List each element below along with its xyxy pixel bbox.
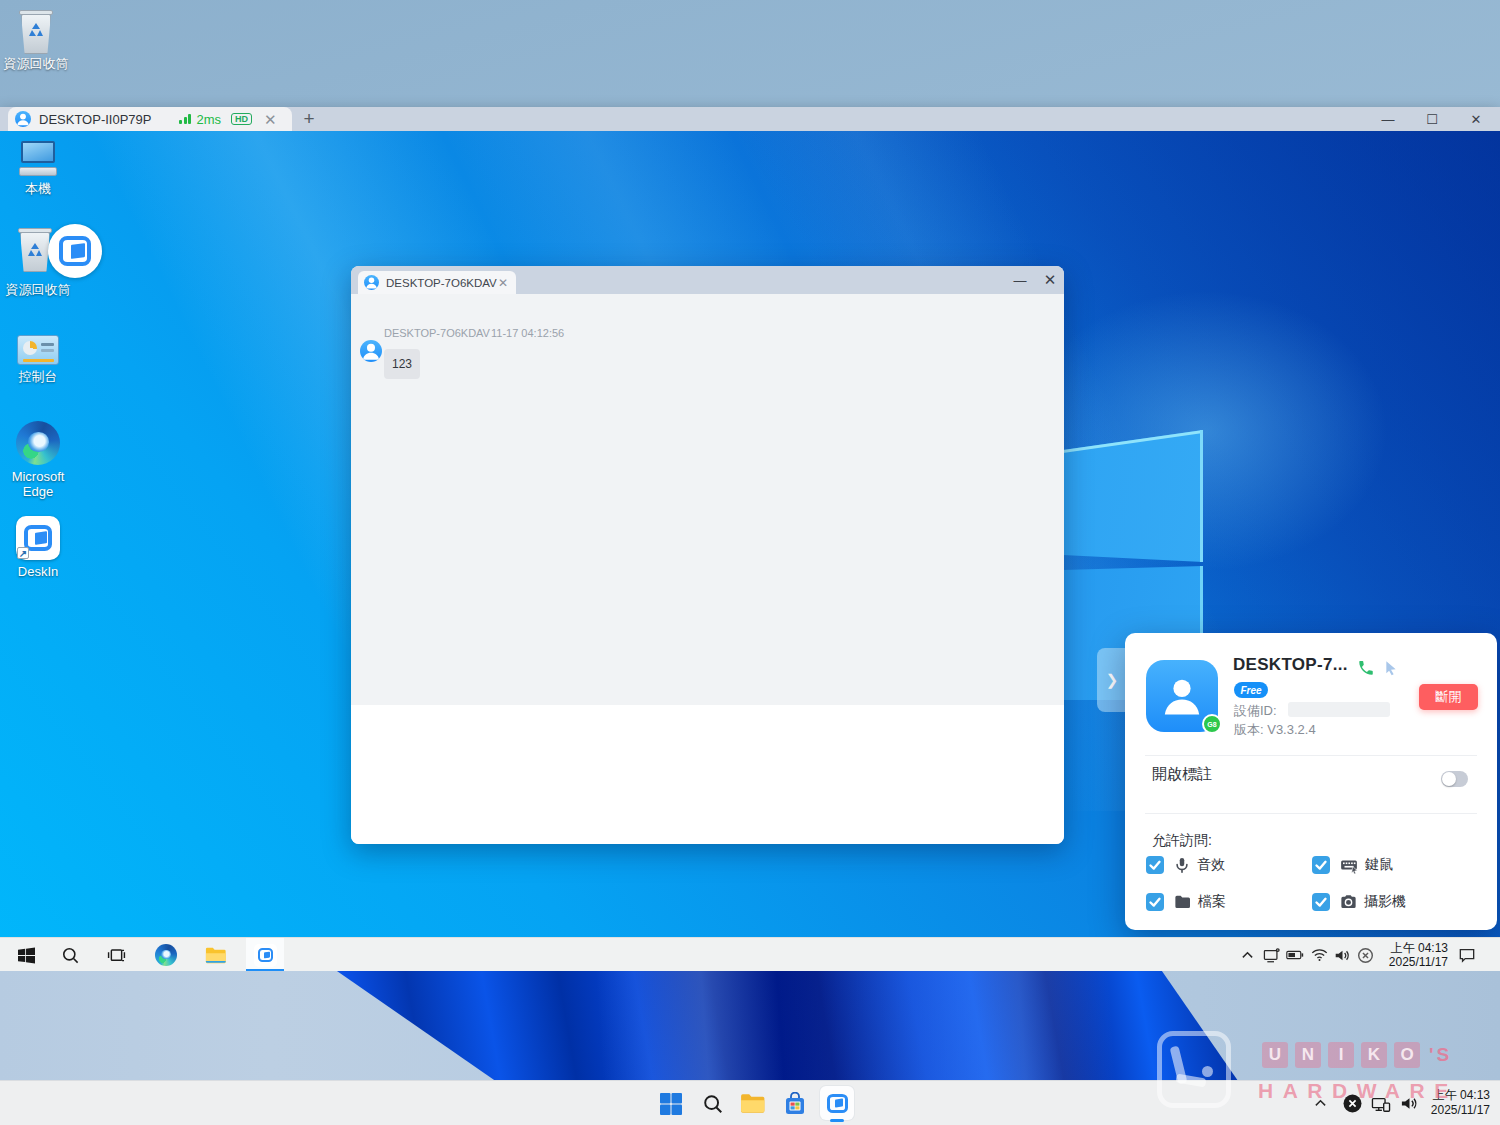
chat-tab[interactable]: DESKTOP-7O6KDAV ✕ <box>358 271 516 294</box>
edge-icon <box>16 421 60 465</box>
chat-minimize-button[interactable]: — <box>1006 266 1034 294</box>
host-search-button[interactable] <box>696 1081 730 1125</box>
chat-tab-close-icon[interactable]: ✕ <box>498 277 508 289</box>
remote-clock-time: 上午 04:13 <box>1389 941 1448 955</box>
camera-icon <box>1339 893 1358 911</box>
audio-checkbox[interactable] <box>1146 856 1164 874</box>
chat-message-avatar <box>360 340 382 362</box>
remote-icon-recycle-bin[interactable]: 資源回收筒 <box>0 224 76 297</box>
panel-collapse-handle[interactable]: ❯ <box>1097 648 1127 712</box>
remote-window-titlebar: DESKTOP-II0P79P 2ms HD ✕ + — ☐ ✕ <box>0 107 1500 131</box>
remote-deskin-button[interactable] <box>248 938 282 971</box>
plan-badge: Free <box>1234 682 1268 698</box>
remote-tab-title: DESKTOP-II0P79P <box>39 112 151 127</box>
this-pc-icon <box>19 141 57 177</box>
permission-files[interactable]: 檔案 <box>1146 893 1226 911</box>
screen: 資源回收筒 DESKTOP-II0P79P 2ms HD ✕ + — ☐ ✕ <box>0 0 1500 1125</box>
chat-message-area: DESKTOP-7O6KDAV 11-17 04:12:56 123 <box>351 294 1064 705</box>
chat-close-button[interactable]: ✕ <box>1036 266 1064 294</box>
peer-avatar: G8 <box>1146 660 1218 732</box>
host-deskin-active-indicator <box>830 1119 844 1122</box>
disconnect-button[interactable]: 斷開 <box>1419 684 1478 710</box>
remote-edge-button[interactable] <box>148 938 184 971</box>
remote-tray-wifi-icon[interactable] <box>1307 938 1331 971</box>
deskin-overlay-icon <box>48 224 102 278</box>
remote-icon-this-pc[interactable]: 本機 <box>0 141 76 196</box>
keyboard-checkbox[interactable] <box>1312 856 1330 874</box>
chat-tab-title: DESKTOP-7O6KDAV <box>386 277 498 289</box>
camera-checkbox[interactable] <box>1312 893 1330 911</box>
chat-timestamp: 11-17 04:12:56 <box>491 327 564 339</box>
host-clock-date: 2025/11/17 <box>1431 1103 1490 1118</box>
remote-tray-battery-icon[interactable] <box>1283 938 1307 971</box>
remote-cursor-icon[interactable] <box>1383 660 1399 676</box>
watermark-logo <box>1157 1031 1231 1108</box>
remote-taskbar: 上午 04:13 2025/11/17 <box>0 937 1500 971</box>
remote-search-button[interactable] <box>54 938 86 971</box>
remote-session-tab[interactable]: DESKTOP-II0P79P 2ms HD ✕ <box>8 107 292 131</box>
remote-icon-edge[interactable]: Microsoft Edge <box>0 421 76 499</box>
host-start-button[interactable] <box>654 1081 688 1125</box>
watermark-line2: HARDWARE <box>1258 1079 1458 1103</box>
permission-keyboard[interactable]: 鍵鼠 <box>1312 856 1393 874</box>
remote-clock[interactable]: 上午 04:13 2025/11/17 <box>1389 941 1448 969</box>
access-permissions-label: 允許訪問: <box>1152 832 1212 850</box>
remote-tray-disconnect-icon[interactable] <box>1353 938 1377 971</box>
remote-icon-control-panel[interactable]: 控制台 <box>0 335 76 384</box>
peer-device-name: DESKTOP-7... <box>1233 655 1348 675</box>
latency-value: 2ms <box>196 112 221 127</box>
microphone-icon <box>1173 856 1191 874</box>
recycle-bin-icon <box>19 8 53 52</box>
folder-icon <box>1173 893 1192 911</box>
remote-window-minimize-button[interactable]: — <box>1366 107 1410 131</box>
device-id-label: 設備ID: <box>1234 702 1277 720</box>
hd-quality-badge[interactable]: HD <box>231 113 252 125</box>
host-store-button[interactable] <box>778 1081 812 1125</box>
remote-tray-cast-icon[interactable] <box>1259 938 1283 971</box>
control-panel-icon <box>17 335 59 365</box>
permission-camera[interactable]: 攝影機 <box>1312 893 1406 911</box>
annotation-toggle[interactable] <box>1441 771 1468 787</box>
remote-tray-expand-icon[interactable] <box>1236 938 1258 971</box>
host-recycle-bin[interactable]: 資源回收筒 <box>0 8 72 71</box>
remote-tab-close-icon[interactable]: ✕ <box>264 112 277 127</box>
new-connection-tab-button[interactable]: + <box>299 109 319 129</box>
remote-tray-volume-icon[interactable] <box>1330 938 1354 971</box>
device-id-value-redacted <box>1288 702 1390 717</box>
remote-explorer-button[interactable] <box>198 938 234 971</box>
chat-sender-name: DESKTOP-7O6KDAV <box>384 327 490 339</box>
remote-tab-avatar <box>15 111 31 127</box>
chat-input-area[interactable] <box>351 705 1064 844</box>
session-control-panel: G8 DESKTOP-7... Free 設備ID: 版本: V3.3.2.4 … <box>1125 633 1497 930</box>
remote-icon-deskin[interactable]: ↗ DeskIn <box>0 516 76 579</box>
remote-taskview-button[interactable] <box>100 938 132 971</box>
host-explorer-button[interactable] <box>736 1081 770 1125</box>
chat-titlebar: DESKTOP-7O6KDAV ✕ — ✕ <box>351 266 1064 294</box>
remote-start-button[interactable] <box>10 938 42 971</box>
keyboard-mouse-icon <box>1339 856 1359 874</box>
remote-desktop-viewport: 本機 資源回收筒 控制台 <box>0 131 1500 971</box>
remote-session-window: DESKTOP-II0P79P 2ms HD ✕ + — ☐ ✕ 本 <box>0 107 1500 971</box>
remote-window-maximize-button[interactable]: ☐ <box>1410 107 1454 131</box>
chat-tab-avatar <box>364 275 379 290</box>
watermark-line1: U N I K O 'S <box>1262 1042 1452 1068</box>
permission-audio[interactable]: 音效 <box>1146 856 1225 874</box>
chat-message-bubble: 123 <box>384 349 420 379</box>
files-checkbox[interactable] <box>1146 893 1164 911</box>
deskin-icon: ↗ <box>16 516 60 560</box>
chat-window: DESKTOP-7O6KDAV ✕ — ✕ DESKTOP-7O6KDAV 11… <box>351 266 1064 844</box>
remote-notification-icon[interactable] <box>1450 938 1484 971</box>
voice-call-icon[interactable] <box>1357 659 1375 677</box>
remote-clock-date: 2025/11/17 <box>1389 955 1448 969</box>
host-recycle-bin-label: 資源回收筒 <box>4 56 69 71</box>
version-label: 版本: V3.3.2.4 <box>1234 721 1316 739</box>
signal-strength-icon <box>179 114 191 124</box>
connection-status-badge: G8 <box>1202 714 1222 734</box>
recycle-bin-icon <box>18 226 52 272</box>
host-deskin-button[interactable] <box>820 1086 854 1120</box>
remote-window-close-button[interactable]: ✕ <box>1454 107 1498 131</box>
annotation-toggle-label: 開啟標註 <box>1152 765 1212 784</box>
